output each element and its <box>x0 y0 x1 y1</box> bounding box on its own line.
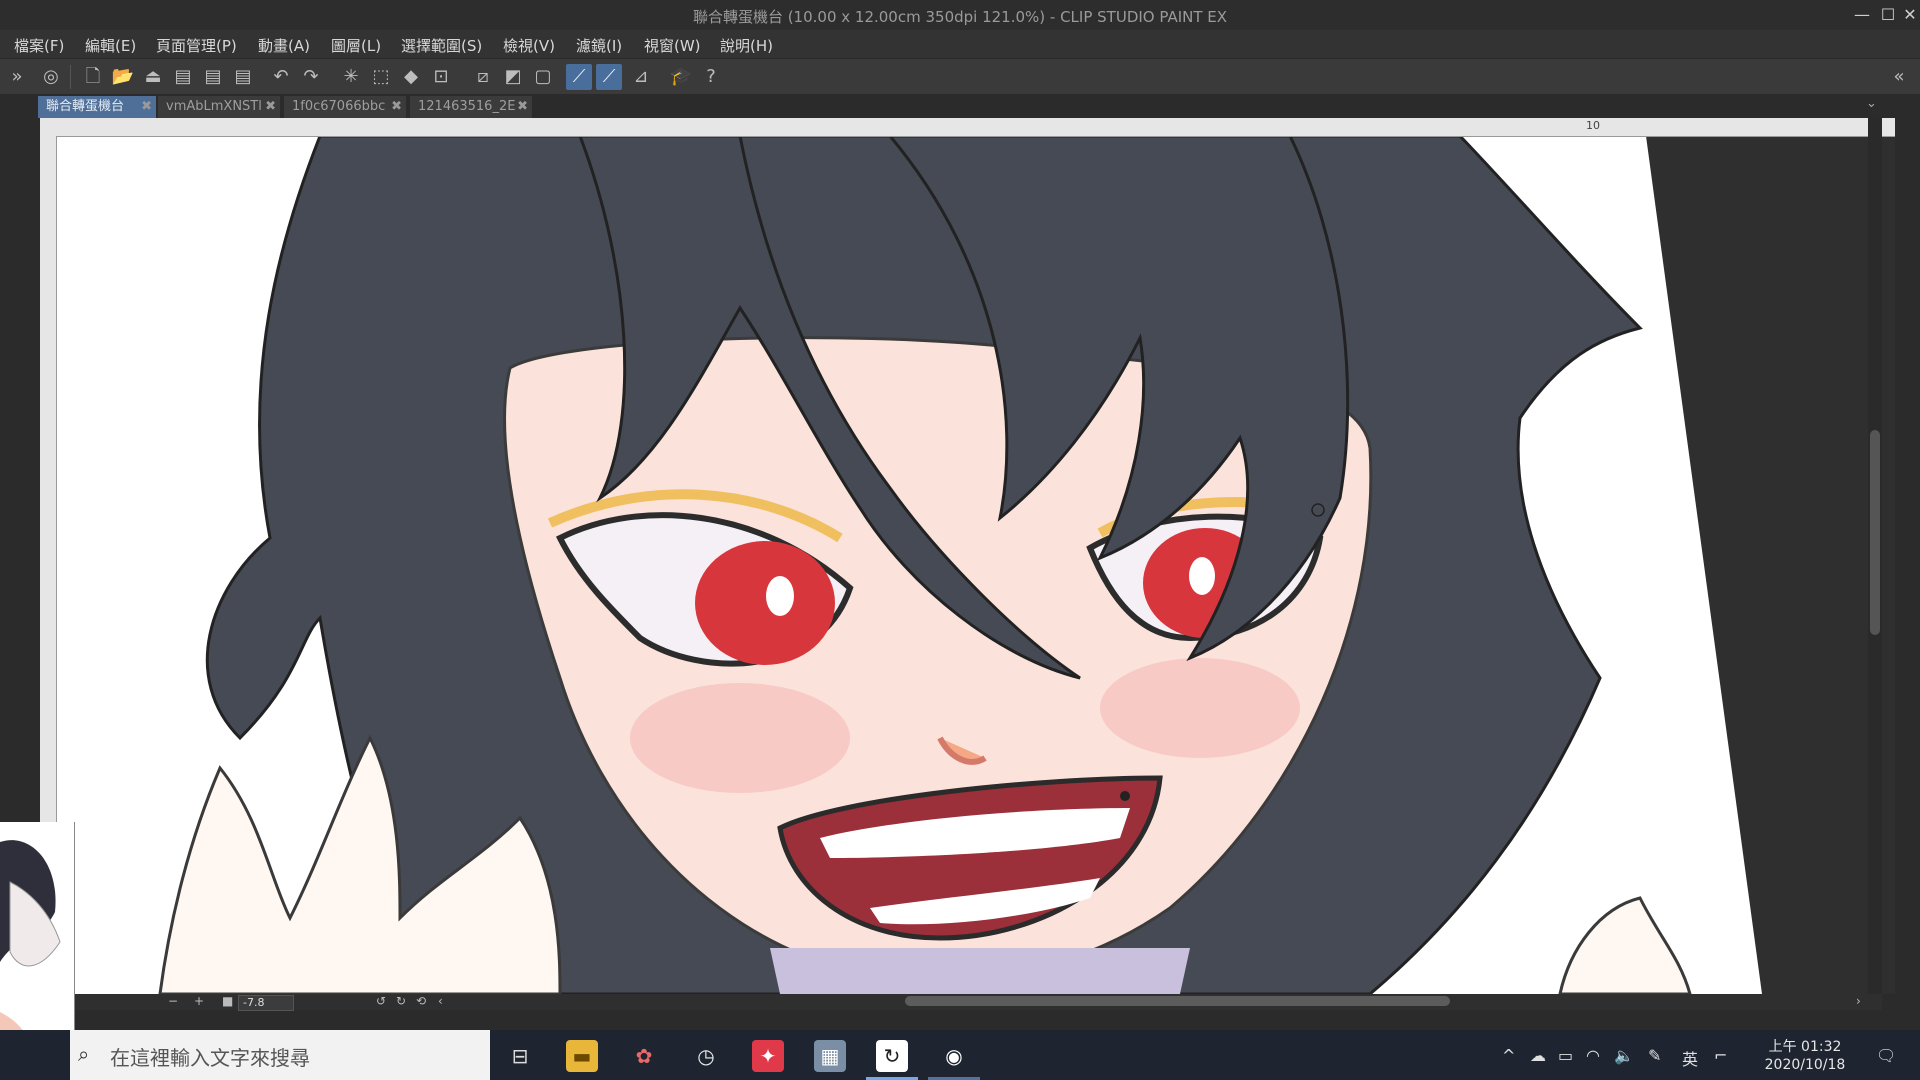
ruler-top[interactable]: 10 <box>40 118 1895 137</box>
fill-icon[interactable]: ◆ <box>398 64 424 90</box>
redo-icon[interactable]: ↷ <box>298 64 324 90</box>
zoom-out-button[interactable]: − <box>168 994 178 1008</box>
snap-ruler-icon[interactable]: ⟋ <box>566 64 592 90</box>
tab-list-chevron-icon[interactable]: ⌄ <box>1866 96 1877 111</box>
eye-right-highlight <box>1189 557 1215 595</box>
taskbar-clock-date[interactable]: 2020/10/18 <box>1760 1057 1850 1073</box>
scroll-left-icon[interactable]: ‹ <box>438 994 443 1008</box>
notification-icon[interactable]: 🗨 <box>1876 1046 1896 1065</box>
beauty-mark <box>1120 791 1130 801</box>
tab-document-2[interactable]: vmAbLmXNSTl ✖ <box>158 96 280 118</box>
neck <box>770 948 1190 994</box>
reset-rotation-icon[interactable]: ⟲ <box>416 994 426 1008</box>
blush-left <box>630 683 850 793</box>
help-icon[interactable]: ? <box>698 64 724 90</box>
ruler-top-label: 10 <box>1586 119 1600 132</box>
tab-label: 1f0c67066bbc <box>292 99 386 114</box>
new-file-icon[interactable]: 🗋 <box>80 64 106 90</box>
task-view-icon[interactable]: ⊟ <box>504 1040 536 1072</box>
document-tab-bar: 聯合轉蛋機台 ✖ vmAbLmXNSTl ✖ 1f0c67066bbc ✖ 12… <box>0 94 1920 118</box>
menu-page[interactable]: 頁面管理(P) <box>156 35 237 56</box>
chrome-icon[interactable]: ◉ <box>938 1040 970 1072</box>
title-bar: 聯合轉蛋機台 (10.00 x 12.00cm 350dpi 121.0%) -… <box>0 0 1920 30</box>
tab-label: vmAbLmXNSTl <box>166 99 262 114</box>
menu-window[interactable]: 視窗(W) <box>644 35 701 56</box>
volume-icon[interactable]: 🔈 <box>1614 1046 1634 1065</box>
tab-document-3[interactable]: 1f0c67066bbc ✖ <box>284 96 406 118</box>
eye-left-iris <box>695 541 835 665</box>
zoom-in-button[interactable]: + <box>194 994 204 1008</box>
artwork-canvas[interactable] <box>40 118 1895 994</box>
clip-studio-icon[interactable]: ◎ <box>38 64 64 90</box>
battery-icon[interactable]: ▭ <box>1558 1046 1573 1065</box>
transform-icon[interactable]: ⊡ <box>428 64 454 90</box>
vertical-scroll-thumb[interactable] <box>1870 430 1880 635</box>
rotation-angle-field[interactable]: -7.8 <box>238 995 294 1011</box>
close-button[interactable]: ✕ <box>1896 0 1920 30</box>
menu-file[interactable]: 檔案(F) <box>14 35 64 56</box>
menu-animation[interactable]: 動畫(A) <box>258 35 310 56</box>
open-folder-icon[interactable]: 📂 <box>110 64 136 90</box>
export-jpg-icon[interactable]: ▤ <box>170 64 196 90</box>
show-selection-icon[interactable]: ▢ <box>530 64 556 90</box>
menu-layer[interactable]: 圖層(L) <box>331 35 381 56</box>
scroll-right-icon[interactable]: › <box>1856 994 1861 1008</box>
paint-app-icon[interactable]: ✿ <box>628 1040 660 1072</box>
eye-left-highlight <box>766 576 794 616</box>
tab-close-icon[interactable]: ✖ <box>517 96 528 118</box>
clear-outside-icon[interactable]: ⬚ <box>368 64 394 90</box>
tray-overflow-icon[interactable]: ^ <box>1502 1046 1515 1065</box>
clip-studio-taskbar-icon[interactable]: ↻ <box>876 1040 908 1072</box>
collapse-right-icon[interactable]: « <box>1886 64 1912 90</box>
tab-label: 聯合轉蛋機台 <box>46 99 125 114</box>
rotate-left-icon[interactable]: ↺ <box>376 994 386 1008</box>
taskbar-clock-time[interactable]: 上午 01:32 <box>1760 1036 1850 1056</box>
ime-indicator[interactable]: 英 <box>1682 1046 1698 1070</box>
file-explorer-icon[interactable]: ▬ <box>566 1040 598 1072</box>
blush-right <box>1100 658 1300 758</box>
export-png-icon[interactable]: ▤ <box>200 64 226 90</box>
clock-app-icon[interactable]: ◷ <box>690 1040 722 1072</box>
export-psd-icon[interactable]: ▤ <box>230 64 256 90</box>
tab-close-icon[interactable]: ✖ <box>265 96 276 118</box>
wifi-icon[interactable]: ◠ <box>1586 1046 1600 1065</box>
invert-selection-icon[interactable]: ◩ <box>500 64 526 90</box>
rotate-right-icon[interactable]: ↻ <box>396 994 406 1008</box>
undo-icon[interactable]: ↶ <box>268 64 294 90</box>
canvas-area[interactable] <box>40 118 1895 994</box>
toolbar-separator <box>70 65 71 89</box>
command-bar: » ◎ 🗋 📂 ⏏ ▤ ▤ ▤ ↶ ↷ ✳ ⬚ ◆ ⊡ ⧄ ◩ ▢ ⟋ ⟋ ⊿ … <box>0 58 1920 96</box>
menu-view[interactable]: 檢視(V) <box>503 35 555 56</box>
deselect-icon[interactable]: ⧄ <box>470 64 496 90</box>
taskbar-search-box[interactable]: ⌕ 在這裡輸入文字來搜尋 <box>70 1030 490 1080</box>
snap-grid-icon[interactable]: ⊿ <box>628 64 654 90</box>
ime-mode-icon[interactable]: ⌐ <box>1714 1046 1727 1065</box>
clear-icon[interactable]: ✳ <box>338 64 364 90</box>
menu-bar: 檔案(F) 編輯(E) 頁面管理(P) 動畫(A) 圖層(L) 選擇範圍(S) … <box>0 30 1920 58</box>
menu-help[interactable]: 說明(H) <box>720 35 773 56</box>
minimize-button[interactable]: — <box>1848 0 1876 30</box>
stop-icon[interactable]: ■ <box>222 994 233 1008</box>
pen-icon[interactable]: ✎ <box>1648 1046 1661 1065</box>
window-title: 聯合轉蛋機台 (10.00 x 12.00cm 350dpi 121.0%) -… <box>692 8 1228 26</box>
save-icon[interactable]: ⏏ <box>140 64 166 90</box>
tab-document-4[interactable]: 121463516_2E ✖ <box>410 96 532 118</box>
search-placeholder: 在這裡輸入文字來搜尋 <box>110 1046 310 1070</box>
snap-special-ruler-icon[interactable]: ⟋ <box>596 64 622 90</box>
menu-select[interactable]: 選擇範圍(S) <box>401 35 482 56</box>
horizontal-scroll-thumb[interactable] <box>905 996 1450 1006</box>
calculator-icon[interactable]: ▦ <box>814 1040 846 1072</box>
learn-icon[interactable]: 🎓 <box>668 64 694 90</box>
tab-close-icon[interactable]: ✖ <box>391 96 402 118</box>
tab-close-icon[interactable]: ✖ <box>141 96 152 118</box>
tab-label: 121463516_2E <box>418 99 516 114</box>
tab-document-1[interactable]: 聯合轉蛋機台 ✖ <box>38 96 156 118</box>
collapse-left-icon[interactable]: » <box>4 64 30 90</box>
menu-edit[interactable]: 編輯(E) <box>85 35 136 56</box>
onedrive-icon[interactable]: ☁ <box>1530 1046 1546 1065</box>
menu-filter[interactable]: 濾鏡(I) <box>576 35 622 56</box>
search-icon: ⌕ <box>78 1042 90 1066</box>
tasks-app-icon[interactable]: ✦ <box>752 1040 784 1072</box>
